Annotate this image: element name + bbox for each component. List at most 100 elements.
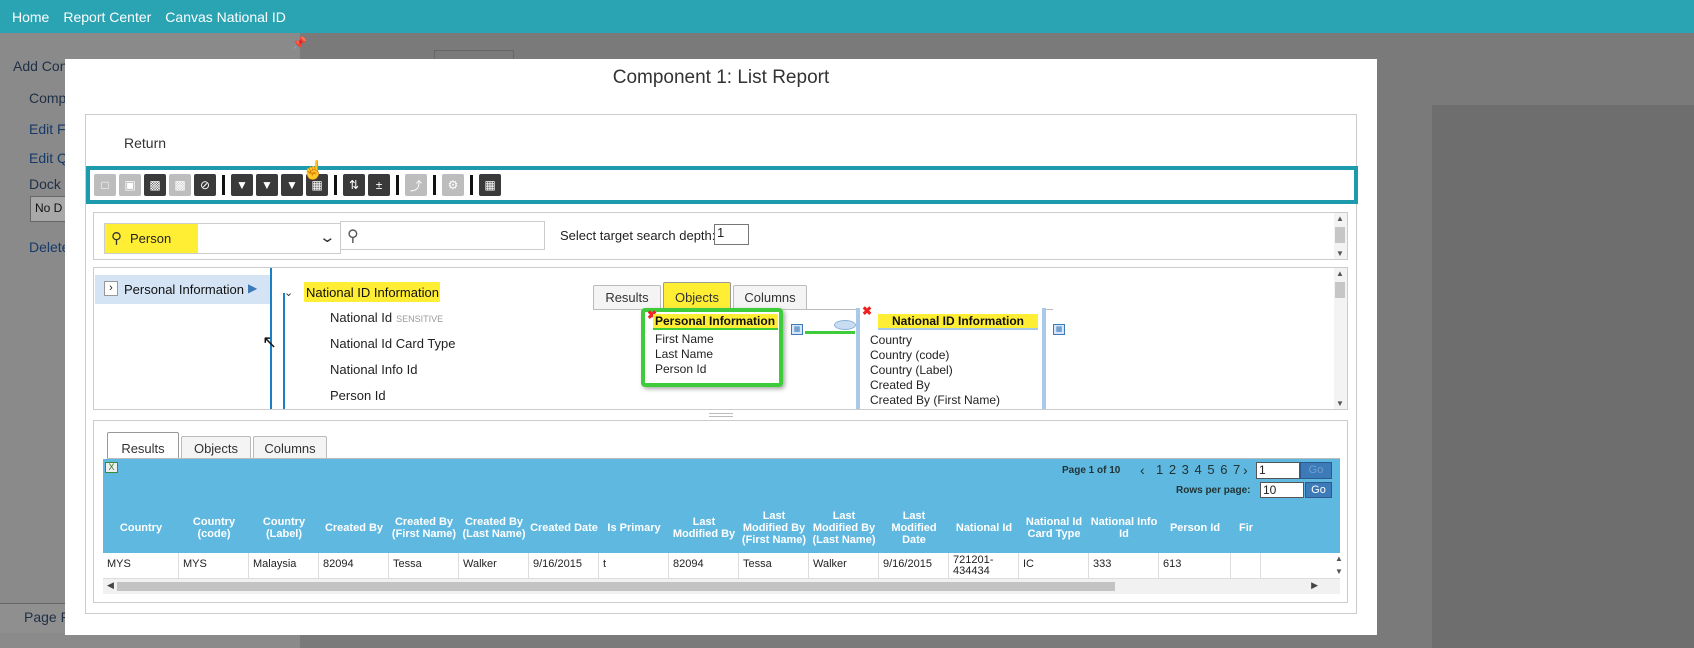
diagram-field[interactable]: Created By (First Name) [870,393,1000,407]
page-input[interactable]: 1 [1256,462,1300,479]
sort-icon[interactable]: ⇅ [343,174,365,196]
tree-area-scrollbar[interactable]: ▲ ▼ [1334,268,1347,409]
splitter-grip[interactable] [709,413,733,417]
column-header[interactable]: Country [103,503,179,553]
scroll-right-icon[interactable]: ▶ [1311,580,1318,591]
tree-field-national-id[interactable]: National Id SENSITIVE [330,310,443,325]
scrollbar-thumb[interactable] [1335,282,1345,298]
diagram-field[interactable]: Person Id [655,362,706,376]
toolbar-separator [433,175,436,195]
filter-edit-icon[interactable]: ▼ [256,174,278,196]
tab-objects[interactable]: Objects [663,282,731,309]
nav-canvas-national-id[interactable]: Canvas National ID [165,9,286,25]
table-row[interactable]: MYS MYS Malaysia 82094 Tessa Walker 9/16… [103,553,1340,579]
search-input[interactable]: ⚲ [340,221,545,250]
panel-splitter[interactable] [93,412,1348,420]
scroll-down-icon[interactable]: ▼ [1336,249,1344,258]
tab-results[interactable]: Results [593,285,661,309]
column-header[interactable]: Is Primary [599,503,669,553]
close-icon[interactable]: ✖ [862,304,872,318]
column-header[interactable]: Created By [319,503,389,553]
diagram-field[interactable]: Country [870,333,912,347]
save-icon[interactable]: ▩ [144,174,166,196]
tree-item-personal-information[interactable]: › Personal Information ▶ [95,275,270,304]
diagram-field[interactable]: Created By [870,378,930,392]
scroll-down-icon[interactable]: ▼ [1335,567,1343,576]
chevron-down-icon[interactable]: ⌄ [284,286,293,299]
diagram-field[interactable]: First Name [655,332,714,346]
column-header[interactable]: Last Modified By [669,503,739,553]
tab-objects[interactable]: Objects [181,436,251,460]
diagram-field[interactable]: Country (code) [870,348,949,362]
diagram-field[interactable]: Country (Label) [870,363,953,377]
column-header[interactable]: Created By (First Name) [389,503,459,553]
eye-icon[interactable] [834,320,856,330]
return-link[interactable]: Return [124,135,166,151]
tree-field-person-id[interactable]: Person Id [330,388,386,403]
diagram-box-national-id-information[interactable]: ✖ National ID Information Country Countr… [856,304,1046,409]
column-header[interactable]: Last Modified By (Last Name) [809,503,879,553]
table-icon[interactable]: ▦ [791,324,803,335]
scroll-up-icon[interactable]: ▲ [1336,269,1344,278]
table-cell: Malaysia [249,553,319,579]
nav-home[interactable]: Home [12,9,49,25]
object-select[interactable]: ⚲ Person ⌄ [104,223,341,254]
tab-columns[interactable]: Columns [733,285,807,309]
column-header[interactable]: National Id Card Type [1019,503,1089,553]
table-cell: IC [1019,553,1089,579]
prev-page-icon[interactable]: ‹ [1140,462,1145,478]
export-icon[interactable]: ⤴ [405,174,427,196]
go-page-button[interactable]: Go [1300,462,1332,479]
grid-horizontal-scrollbar[interactable]: ◀ ▶ [103,579,1340,594]
open-icon[interactable]: ▣ [119,174,141,196]
column-header[interactable]: Fir [1231,503,1261,553]
search-row-scrollbar[interactable]: ▲ ▼ [1334,213,1347,259]
column-header[interactable]: Last Modified By (First Name) [739,503,809,553]
scroll-up-icon[interactable]: ▲ [1336,214,1344,223]
column-header[interactable]: Person Id [1159,503,1231,553]
report-toolbar: □ ▣ ▩ ▩ ⊘ ▼ ▼ ▼ ▦ ⇅ ± ⤴ ⚙ ▦ [86,166,1358,204]
column-header[interactable]: Country (Label) [249,503,319,553]
tab-results[interactable]: Results [107,432,179,459]
new-icon[interactable]: □ [94,174,116,196]
search-row: ⚲ Person ⌄ ⚲ Select target search depth:… [93,212,1348,260]
scroll-left-icon[interactable]: ◀ [107,580,114,591]
next-page-icon[interactable]: › [1243,462,1248,478]
chart-icon[interactable]: ▦ [479,174,501,196]
save-as-icon[interactable]: ▩ [169,174,191,196]
column-header[interactable]: Created Date [529,503,599,553]
column-header[interactable]: Last Modified Date [879,503,949,553]
chevron-down-icon[interactable]: ⌄ [319,228,337,246]
table-icon[interactable]: ▦ [1053,324,1065,335]
diagram-field[interactable]: Last Name [655,347,713,361]
column-header[interactable]: Country (code) [179,503,249,553]
hand-cursor-icon: ☝ [302,160,325,180]
nav-report-center[interactable]: Report Center [63,9,151,25]
cancel-icon[interactable]: ⊘ [194,174,216,196]
tree-field-national-info-id[interactable]: National Info Id [330,362,417,377]
chevron-right-icon[interactable]: › [104,281,118,296]
scroll-down-icon[interactable]: ▼ [1336,399,1344,408]
filter-clear-icon[interactable]: ▼ [281,174,303,196]
page-info: Page 1 of 10 [1062,465,1121,476]
filter-icon[interactable]: ▼ [231,174,253,196]
column-header[interactable]: National Info Id [1089,503,1159,553]
column-header[interactable]: National Id [949,503,1019,553]
grid-vertical-scrollbar[interactable]: ▲ ▼ [1331,553,1348,579]
scrollbar-thumb[interactable] [117,582,1115,591]
tab-columns[interactable]: Columns [253,436,327,460]
rows-per-page-input[interactable]: 10 [1260,482,1304,498]
calculation-icon[interactable]: ± [368,174,390,196]
scroll-up-icon[interactable]: ▲ [1335,554,1343,563]
search-depth-input[interactable]: 1 [714,224,749,245]
excel-export-icon[interactable]: X [105,462,118,473]
diagram-box-personal-information[interactable]: ✖ Personal Information First Name Last N… [641,308,783,387]
settings-icon[interactable]: ⚙ [442,174,464,196]
scrollbar-thumb[interactable] [1335,227,1345,243]
rows-per-page: Rows per page: 10 Go [1176,482,1332,499]
page-numbers[interactable]: 1 2 3 4 5 6 7 [1156,462,1241,477]
tree-field-national-id-card-type[interactable]: National Id Card Type [330,336,456,351]
table-cell: 613 [1159,553,1231,579]
column-header[interactable]: Created By (Last Name) [459,503,529,553]
rows-go-button[interactable]: Go [1305,482,1332,498]
